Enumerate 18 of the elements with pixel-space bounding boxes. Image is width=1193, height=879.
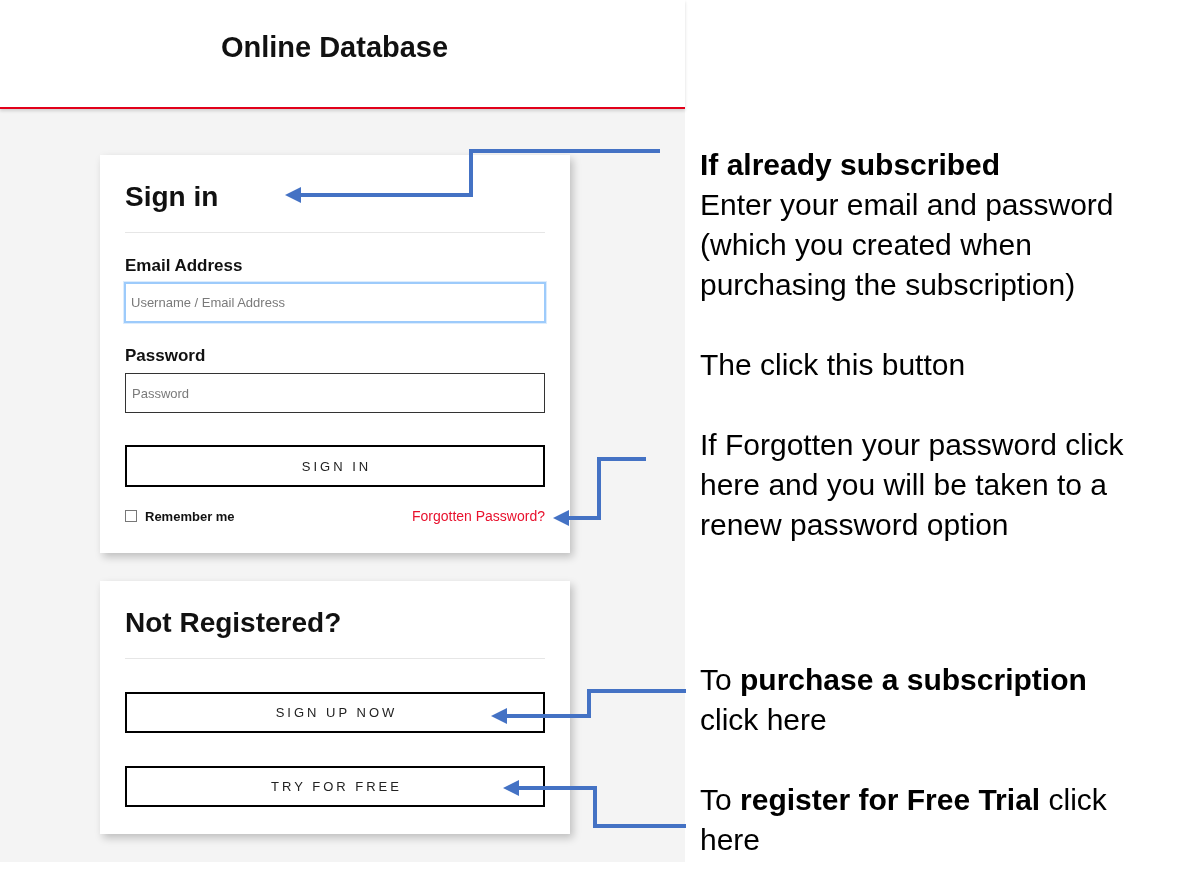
sign-in-button[interactable]: SIGN IN — [125, 445, 545, 487]
card-heading: Sign in — [125, 180, 220, 214]
card-heading: Not Registered? — [125, 606, 343, 640]
field-label: Email Address — [125, 255, 244, 277]
field-label: Password — [125, 345, 207, 367]
forgot-password-link[interactable]: Forgotten Password? — [411, 508, 545, 524]
annotation-text: To register for Free Trial click here — [700, 782, 1108, 858]
checkbox[interactable] — [125, 510, 137, 522]
remember-label: Remember me — [145, 508, 235, 524]
register-button[interactable]: TRY FOR FREE — [125, 766, 545, 807]
register-button[interactable]: SIGN UP NOW — [125, 692, 545, 733]
annotation-text: If Forgotten your password click here and you will be taken to a renew password option — [700, 427, 1125, 543]
input-field[interactable]: Password — [125, 373, 545, 413]
annotation-text: Enter your email and password (which you created when purchasing the subscription) — [700, 187, 1115, 303]
site-title: Online Database — [220, 30, 449, 64]
annotation-heading: If already subscribed — [700, 147, 1002, 183]
annotation-text: To purchase a subscription click here — [700, 662, 1088, 738]
annotation-text: The click this button — [700, 347, 967, 383]
